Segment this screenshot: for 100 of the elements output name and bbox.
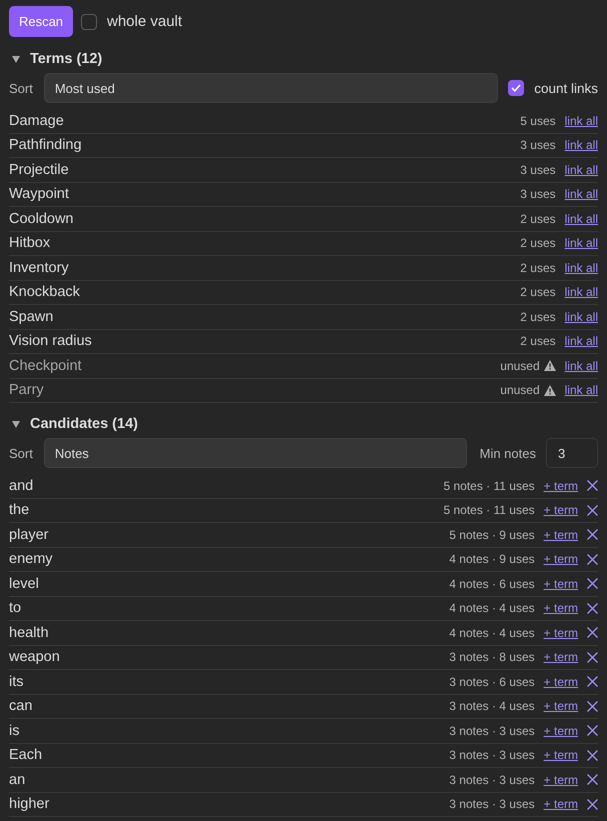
link-all-link[interactable]: link all — [564, 383, 598, 398]
sort-select[interactable]: Most used — [44, 73, 498, 103]
add-term-link[interactable]: + term — [544, 772, 578, 787]
link-all-link[interactable]: link all — [564, 138, 598, 152]
count-links-checkbox[interactable] — [508, 80, 524, 96]
candidate-word: enemy — [9, 551, 53, 568]
close-icon[interactable] — [587, 578, 598, 590]
usage-count: 2 uses — [520, 285, 556, 300]
link-all-link[interactable]: link all — [564, 187, 598, 202]
add-term-link[interactable]: + term — [544, 724, 578, 738]
usage-stats: 5 notes · 11 uses — [443, 503, 535, 518]
candidate-word: Each — [9, 747, 42, 764]
usage-stats: 3 notes · 3 uses — [449, 772, 535, 787]
term-name: Vision radius — [9, 333, 92, 350]
term-name: Inventory — [9, 260, 69, 276]
candidate-word: and — [9, 478, 34, 494]
usage-stats: 5 notes · 9 uses — [449, 528, 535, 542]
warning-icon — [544, 384, 556, 396]
term-name: Damage — [9, 112, 64, 129]
whole-vault-label: whole vault — [107, 13, 182, 30]
usage-count: 3 uses — [520, 187, 556, 202]
add-term-link[interactable]: + term — [544, 674, 578, 689]
usage-stats: 3 notes · 4 uses — [449, 699, 535, 714]
usage-stats: 3 notes · 3 uses — [449, 797, 535, 812]
min-notes-label: Min notes — [480, 446, 536, 460]
term-name: Parry — [9, 382, 44, 398]
close-icon[interactable] — [587, 676, 598, 688]
sort-label: Sort — [9, 446, 33, 460]
sort-select[interactable]: Notes — [44, 438, 467, 468]
link-all-link[interactable]: link all — [564, 310, 598, 324]
link-all-link[interactable]: link all — [564, 260, 598, 275]
add-term-link[interactable]: + term — [544, 576, 578, 591]
close-icon[interactable] — [587, 700, 598, 712]
candidate-word: the — [9, 502, 30, 518]
add-term-link[interactable]: + term — [544, 478, 578, 493]
add-term-link[interactable]: + term — [544, 650, 578, 664]
add-term-link[interactable]: + term — [544, 503, 578, 518]
candidate-word: is — [9, 722, 20, 739]
close-icon[interactable] — [587, 750, 598, 761]
usage-stats: 3 notes · 8 uses — [449, 650, 535, 664]
usage-count: 3 uses — [520, 162, 556, 177]
link-all-link[interactable]: link all — [564, 114, 598, 128]
close-icon[interactable] — [587, 627, 598, 638]
terms-section-header[interactable]: Terms (12) — [9, 49, 102, 69]
add-term-link[interactable]: + term — [544, 797, 578, 812]
sort-label: Sort — [9, 80, 33, 96]
add-term-link[interactable]: + term — [544, 626, 578, 640]
candidates-section-header[interactable]: Candidates (14) — [9, 414, 138, 434]
link-all-link[interactable]: link all — [564, 358, 598, 373]
term-name: Spawn — [9, 308, 54, 325]
close-icon[interactable] — [587, 529, 598, 540]
usage-count: 2 uses — [520, 236, 556, 250]
close-icon[interactable] — [587, 798, 598, 810]
whole-vault-checkbox[interactable] — [81, 14, 97, 30]
usage-stats: 5 notes · 11 uses — [443, 478, 535, 493]
usage-count: 5 uses — [520, 114, 556, 128]
add-term-link[interactable]: + term — [544, 552, 578, 566]
usage-count: 2 uses — [520, 260, 556, 275]
close-icon[interactable] — [587, 602, 598, 614]
link-all-link[interactable]: link all — [564, 334, 598, 348]
close-icon[interactable] — [587, 652, 598, 663]
close-icon[interactable] — [587, 774, 598, 786]
candidate-word: health — [9, 624, 49, 641]
warning-icon — [544, 360, 556, 372]
close-icon[interactable] — [587, 554, 598, 565]
close-icon[interactable] — [587, 504, 598, 516]
usage-stats: 3 notes · 3 uses — [449, 724, 535, 738]
link-all-link[interactable]: link all — [564, 212, 598, 226]
candidate-word: can — [9, 698, 32, 714]
count-links-label: count links — [534, 80, 598, 96]
usage-count: unused — [500, 358, 540, 373]
add-term-link[interactable]: + term — [544, 748, 578, 762]
add-term-link[interactable]: + term — [544, 528, 578, 542]
candidate-word: weapon — [9, 649, 60, 666]
candidate-word: higher — [9, 796, 50, 812]
usage-count: 2 uses — [520, 334, 556, 348]
usage-stats: 3 notes · 6 uses — [449, 674, 535, 689]
link-all-link[interactable]: link all — [564, 162, 598, 177]
usage-stats: 3 notes · 3 uses — [449, 748, 535, 762]
term-name: Cooldown — [9, 210, 74, 227]
candidate-word: an — [9, 772, 26, 788]
candidate-word: to — [9, 600, 22, 616]
close-icon[interactable] — [587, 480, 598, 492]
term-name: Projectile — [9, 162, 69, 178]
usage-stats: 4 notes · 6 uses — [449, 576, 535, 591]
link-all-link[interactable]: link all — [564, 236, 598, 250]
term-name: Waypoint — [9, 186, 69, 202]
min-notes-field[interactable]: 3 — [546, 438, 598, 468]
usage-count: 2 uses — [520, 310, 556, 324]
candidate-word: its — [9, 674, 24, 690]
usage-stats: 4 notes · 9 uses — [449, 552, 535, 566]
add-term-link[interactable]: + term — [544, 699, 578, 714]
usage-count: 3 uses — [520, 138, 556, 152]
term-name: Checkpoint — [9, 358, 82, 374]
add-term-link[interactable]: + term — [544, 601, 578, 616]
link-all-link[interactable]: link all — [564, 285, 598, 300]
close-icon[interactable] — [587, 725, 598, 736]
checkmark-icon — [511, 84, 522, 92]
rescan-button[interactable]: Rescan — [9, 6, 73, 37]
usage-stats: 4 notes · 4 uses — [449, 626, 535, 640]
